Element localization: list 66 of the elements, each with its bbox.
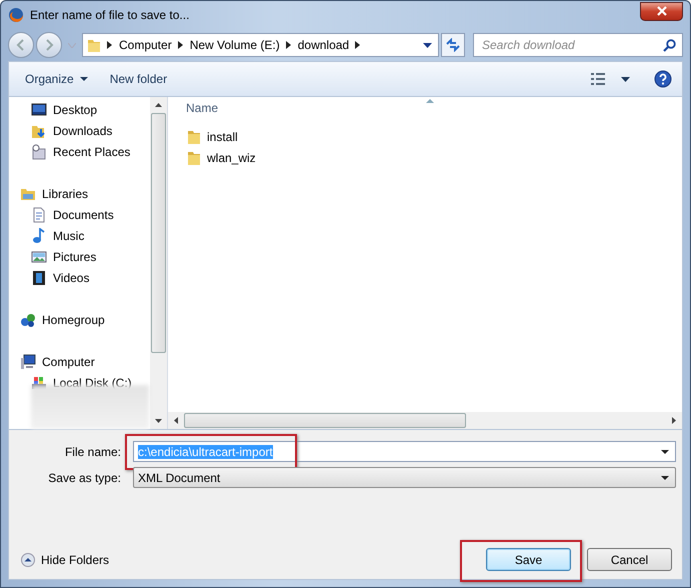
dropdown-icon[interactable]: [661, 450, 669, 454]
field-label: Save as type:: [47, 470, 122, 484]
nav-item[interactable]: Homegroup: [9, 309, 150, 330]
back-button[interactable]: [8, 32, 34, 58]
nav-icon: [31, 248, 47, 264]
nav-icon: [20, 354, 36, 370]
forward-button[interactable]: [36, 32, 62, 58]
list-view-icon: [591, 73, 605, 85]
close-icon: [656, 6, 666, 16]
breadcrumb-item[interactable]: download: [298, 38, 350, 52]
nav-item[interactable]: Music: [9, 225, 150, 246]
scrollbar[interactable]: [168, 412, 682, 429]
scroll-left-icon[interactable]: [174, 417, 178, 424]
file-name-value: c:\endicia\ultracart-import: [138, 444, 273, 458]
search-field[interactable]: Search download: [473, 33, 683, 57]
new-folder-button[interactable]: New folder: [104, 69, 174, 89]
folder-icon: [87, 37, 101, 53]
field-label: File name:: [64, 444, 122, 458]
address-bar[interactable]: Computer New Volume (E:) download: [82, 33, 439, 57]
hide-folders-button[interactable]: Hide Folders: [21, 552, 110, 566]
dialog-button[interactable]: Save: [486, 548, 571, 571]
chevron-icon[interactable]: [178, 41, 184, 49]
window-title: Enter name of file to save to...: [30, 8, 190, 22]
scroll-right-icon[interactable]: [672, 417, 676, 424]
save-type-dropdown[interactable]: XML Document: [133, 467, 676, 488]
file-row[interactable]: install: [187, 126, 682, 147]
nav-item[interactable]: Documents: [9, 204, 150, 225]
scroll-up-icon[interactable]: [155, 103, 162, 107]
search-icon: [663, 38, 676, 52]
nav-item[interactable]: Pictures: [9, 246, 150, 267]
breadcrumb-item[interactable]: Computer: [119, 38, 172, 52]
dialog-button[interactable]: Cancel: [587, 548, 672, 571]
nav-item[interactable]: Recent Places: [9, 141, 150, 162]
folder-icon: [187, 128, 201, 144]
caret-icon: [80, 77, 88, 81]
nav-icon: [31, 228, 47, 244]
nav-item[interactable]: Desktop: [9, 99, 150, 120]
nav-item[interactable]: Libraries: [9, 183, 150, 204]
nav-icon: [20, 312, 36, 328]
dropdown-icon[interactable]: [423, 42, 432, 48]
browser-logo-icon: [8, 7, 24, 23]
help-icon[interactable]: [654, 70, 672, 88]
collapse-icon: [21, 552, 35, 566]
nav-icon: [31, 144, 47, 160]
breadcrumb-item[interactable]: New Volume (E:): [190, 38, 280, 52]
column-header[interactable]: Name: [186, 101, 218, 115]
refresh-button[interactable]: [441, 33, 465, 57]
chevron-icon[interactable]: [286, 41, 292, 49]
nav-item[interactable]: Videos: [9, 267, 150, 288]
dropdown-icon[interactable]: [621, 76, 630, 82]
refresh-icon: [445, 38, 461, 52]
nav-item[interactable]: Computer: [9, 351, 150, 372]
nav-icon: [31, 206, 47, 222]
scrollbar[interactable]: [150, 97, 167, 429]
close-button[interactable]: [640, 2, 683, 20]
file-row[interactable]: wlan_wiz: [187, 147, 682, 168]
chevron-icon[interactable]: [107, 41, 113, 49]
nav-icon: [31, 270, 47, 286]
scroll-down-icon[interactable]: [155, 419, 162, 423]
nav-icon: [31, 102, 47, 118]
chevron-icon[interactable]: [355, 41, 362, 49]
folder-icon: [187, 150, 201, 166]
nav-item[interactable]: Downloads: [9, 120, 150, 141]
organize-button[interactable]: Organize: [19, 69, 94, 89]
dropdown-icon[interactable]: [661, 476, 669, 480]
sort-arrow-icon: [426, 99, 434, 103]
